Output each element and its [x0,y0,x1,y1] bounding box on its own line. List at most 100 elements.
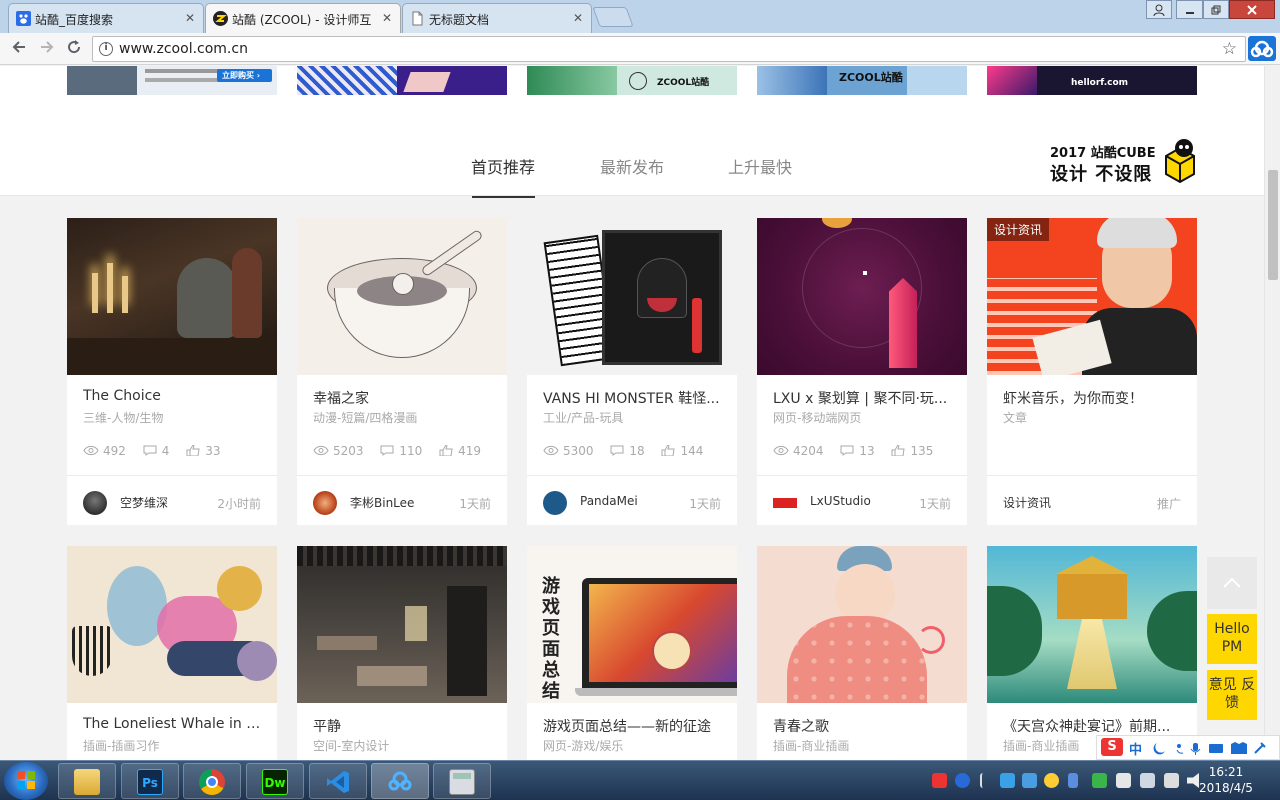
banner-hellorf[interactable]: hellorf.com [987,66,1197,95]
work-card[interactable]: LXU x 聚划算 | 聚不同·玩... 网页-移动端网页 4204 13 13… [757,218,967,525]
scrollbar-thumb[interactable] [1268,170,1278,280]
work-thumbnail[interactable] [297,546,507,703]
banner-hp-ad[interactable]: 立即购买 › [67,66,277,95]
work-title[interactable]: LXU x 聚划算 | 聚不同·玩... [773,388,953,408]
hello-pm-button[interactable]: Hello PM [1207,614,1257,664]
site-info-icon[interactable]: i [99,42,113,56]
new-tab-button[interactable] [592,7,634,27]
work-title[interactable]: 幸福之家 [313,388,493,408]
work-card[interactable]: 游戏页面总结 游戏页面总结——新的征途 网页-游戏/娱乐 [527,546,737,760]
display-tray-icon[interactable] [1140,773,1155,788]
work-category: 文章 [1003,411,1028,425]
start-button[interactable] [4,762,48,800]
tray-expand-icon[interactable] [980,773,988,788]
work-category: 网页-游戏/娱乐 [543,739,624,753]
work-thumbnail[interactable] [527,218,737,375]
taskbar-chrome[interactable] [183,763,241,799]
bookmark-star-icon[interactable]: ☆ [1222,39,1237,59]
banner-isometric[interactable] [297,66,507,95]
network-status-icon[interactable] [1164,773,1179,788]
work-card[interactable]: 青春之歌 插画-商业插画 [757,546,967,760]
avatar[interactable] [543,491,567,515]
work-card[interactable]: 平静 空间-室内设计 [297,546,507,760]
avatar[interactable] [83,491,107,515]
avatar[interactable] [773,498,797,508]
close-icon[interactable]: ✕ [382,11,392,25]
avatar[interactable] [313,491,337,515]
forward-arrow-icon[interactable] [38,38,56,61]
author-name[interactable]: PandaMei [580,494,638,508]
help-icon[interactable] [955,773,970,788]
author-name[interactable]: 空梦维深 [120,494,168,511]
work-thumbnail[interactable]: 设计资讯 [987,218,1197,375]
banner-ca-plants[interactable]: ZCOOL站酷 [527,66,737,95]
address-bar[interactable]: i www.zcool.com.cn ☆ [92,36,1246,62]
user-profile-icon[interactable] [1146,0,1172,19]
tab-recommended[interactable]: 首页推荐 [471,154,535,178]
author-name[interactable]: 设计资讯 [1003,494,1051,511]
feedback-button[interactable]: 意见 反馈 [1207,670,1257,720]
app-tray-icon[interactable] [1022,773,1037,788]
work-title[interactable]: 青春之歌 [773,716,953,736]
taskbar-dreamweaver[interactable]: Dw [246,763,304,799]
work-thumbnail[interactable] [757,546,967,703]
work-card[interactable]: The Choice 三维-人物/生物 492 4 33 空梦维深 2小时前 [67,218,277,525]
work-title[interactable]: The Loneliest Whale in t... [83,716,263,732]
work-card[interactable]: The Loneliest Whale in t... 插画-插画习作 [67,546,277,760]
work-title[interactable]: VANS HI MONSTER 鞋怪... [543,388,723,408]
banner-ca-fashion[interactable]: ZCOOL站酷 [757,66,967,95]
security-tray-icon[interactable] [1092,773,1107,788]
author-name[interactable]: LxUStudio [810,494,871,508]
work-thumbnail[interactable] [67,546,277,703]
network-tray-icon[interactable] [1000,773,1015,788]
tab-rising[interactable]: 上升最快 [728,154,792,178]
tab-latest[interactable]: 最新发布 [600,154,664,178]
taskbar-photoshop[interactable]: Ps [121,763,179,799]
work-thumbnail[interactable] [987,546,1197,703]
cube-logo-line2: 设计 不设限 [1050,164,1153,185]
work-card[interactable]: 《天宫众神赴宴记》前期... 插画-商业插画 [987,546,1197,760]
work-title[interactable]: 《天宫众神赴宴记》前期... [1003,716,1183,736]
author-name[interactable]: 李彬BinLee [350,494,414,511]
work-thumbnail[interactable] [67,218,277,375]
work-card[interactable]: 幸福之家 动漫-短篇/四格漫画 5203 110 419 李彬BinLee 1天… [297,218,507,525]
page-scrollbar[interactable] [1264,66,1280,760]
view-count: 5203 [333,444,364,458]
extension-cloud-icon[interactable] [1248,36,1276,61]
tab-untitled-doc[interactable]: 无标题文档 ✕ [402,3,592,33]
work-title[interactable]: The Choice [83,388,263,404]
work-thumbnail[interactable]: 游戏页面总结 [527,546,737,703]
taskbar-vscode[interactable] [309,763,367,799]
window-close-button[interactable] [1229,0,1275,19]
qq-tray-icon[interactable] [1044,773,1059,788]
back-arrow-icon[interactable] [10,38,28,61]
zcool-cube-logo[interactable]: 2017 站酷CUBE 设计 不设限 [1048,138,1198,188]
close-icon[interactable]: ✕ [185,11,195,25]
work-card[interactable]: 设计资讯 虾米音乐，为你而变！ 文章 设计资讯 推广 [987,218,1197,525]
work-category: 三维-人物/生物 [83,411,164,425]
work-title[interactable]: 平静 [313,716,493,736]
work-thumbnail[interactable] [297,218,507,375]
sogou-tray-icon[interactable] [932,773,947,788]
back-to-top-button[interactable] [1207,557,1257,609]
usb-tray-icon[interactable] [1116,773,1131,788]
restore-button[interactable] [1203,0,1229,19]
taskbar-clock[interactable]: 16:21 2018/4/5 [1196,764,1256,796]
article-badge: 设计资讯 [987,218,1050,241]
work-thumbnail[interactable] [757,218,967,375]
tab-baidu-search[interactable]: 站酷_百度搜索 ✕ [8,3,204,33]
reload-icon[interactable] [65,38,83,61]
sogou-s-icon[interactable]: S [1101,738,1123,756]
taskbar-calculator[interactable] [433,763,491,799]
bluetooth-icon[interactable] [1068,773,1078,788]
ime-toolbar[interactable]: S 中 [1096,735,1280,760]
work-title[interactable]: 虾米音乐，为你而变！ [1003,388,1183,408]
minimize-button[interactable] [1176,0,1203,19]
taskbar-explorer[interactable] [58,763,116,799]
work-card[interactable]: VANS HI MONSTER 鞋怪... 工业/产品-玩具 5300 18 1… [527,218,737,525]
tab-zcool[interactable]: 站酷 (ZCOOL) - 设计师互 ✕ [205,3,401,34]
ime-mode-label[interactable]: 中 [1129,739,1142,758]
close-icon[interactable]: ✕ [573,11,583,25]
taskbar-baidu-netdisk[interactable] [371,763,429,799]
work-title[interactable]: 游戏页面总结——新的征途 [543,716,723,736]
